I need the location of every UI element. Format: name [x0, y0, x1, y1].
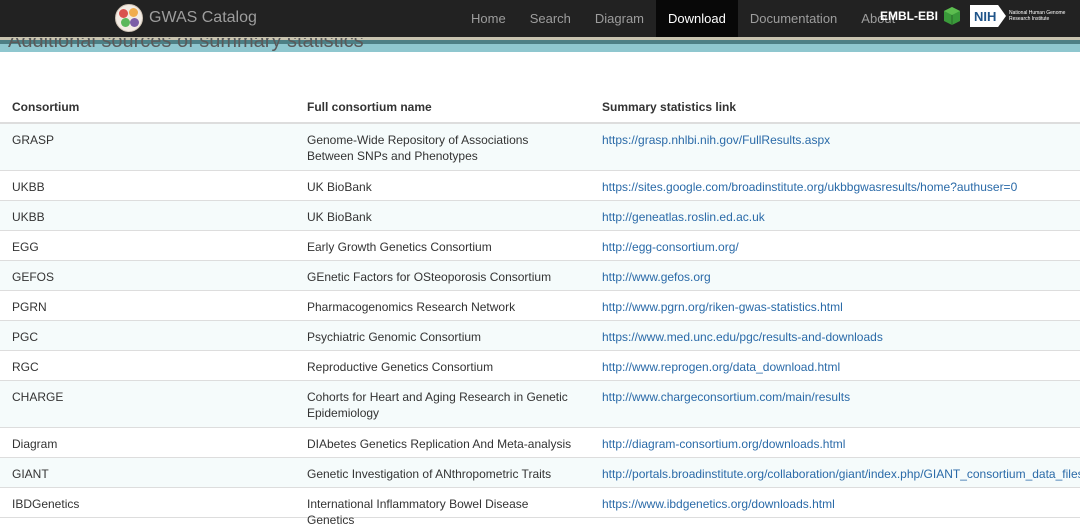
full-name-cell: Pharmacogenomics Research Network — [307, 300, 516, 314]
embl-cube-icon — [944, 7, 960, 25]
consortium-cell: GEFOS — [12, 270, 55, 284]
section-heading-text: Additional sources of summary statistics — [8, 38, 364, 52]
consortium-cell: CHARGE — [12, 390, 64, 404]
consortium-cell: EGG — [12, 240, 39, 254]
full-name-cell: DIAbetes Genetics Replication And Meta-a… — [307, 437, 572, 451]
consortium-cell: PGRN — [12, 300, 47, 314]
summary-link[interactable]: http://www.chargeconsortium.com/main/res… — [602, 389, 1080, 405]
top-navbar: GWAS Catalog Home Search Diagram Downloa… — [0, 0, 1080, 37]
full-name-cell: UK BioBank — [307, 180, 372, 194]
nih-label: NIH — [970, 5, 1006, 27]
gwas-logo-icon — [115, 4, 143, 32]
summary-link[interactable]: http://www.pgrn.org/riken-gwas-statistic… — [602, 299, 1080, 315]
nav-home[interactable]: Home — [459, 0, 518, 37]
consortium-cell: UKBB — [12, 210, 45, 224]
consortium-cell: Diagram — [12, 437, 58, 451]
full-name-cell: Reproductive Genetics Consortium — [307, 360, 494, 374]
table-row: GIANT Genetic Investigation of ANthropom… — [0, 458, 1080, 488]
main-nav: Home Search Diagram Download Documentati… — [459, 0, 907, 37]
table-row: EGG Early Growth Genetics Consortium htt… — [0, 231, 1080, 261]
nav-search[interactable]: Search — [518, 0, 583, 37]
embl-ebi-logo[interactable]: EMBL-EBI — [880, 6, 962, 26]
table-row: GEFOS GEnetic Factors for OSteoporosis C… — [0, 261, 1080, 291]
summary-link[interactable]: https://grasp.nhlbi.nih.gov/FullResults.… — [602, 132, 1080, 148]
column-header-link: Summary statistics link — [602, 100, 737, 114]
brand-title[interactable]: GWAS Catalog — [149, 9, 257, 27]
consortium-cell: RGC — [12, 360, 39, 374]
nav-diagram[interactable]: Diagram — [583, 0, 656, 37]
consortium-cell: UKBB — [12, 180, 45, 194]
nav-documentation[interactable]: Documentation — [738, 0, 849, 37]
full-name-cell: Early Growth Genetics Consortium — [307, 240, 492, 254]
summary-link[interactable]: https://sites.google.com/broadinstitute.… — [602, 179, 1080, 195]
embl-ebi-label: EMBL-EBI — [880, 9, 938, 23]
section-heading: Additional sources of summary statistics — [8, 38, 408, 52]
table-row: Diagram DIAbetes Genetics Replication An… — [0, 428, 1080, 458]
consortium-cell: IBDGenetics — [12, 497, 80, 511]
full-name-cell: Psychiatric Genomic Consortium — [307, 330, 482, 344]
summary-link[interactable]: https://www.ibdgenetics.org/downloads.ht… — [602, 496, 1080, 512]
nih-logo[interactable]: NIH National Human Genome Research Insti… — [970, 5, 1077, 27]
summary-link[interactable]: http://diagram-consortium.org/downloads.… — [602, 436, 1080, 452]
summary-link[interactable]: http://egg-consortium.org/ — [602, 239, 1080, 255]
summary-link[interactable]: https://www.med.unc.edu/pgc/results-and-… — [602, 329, 1080, 345]
table-row: GRASP Genome-Wide Repository of Associat… — [0, 124, 1080, 171]
column-header-full-name: Full consortium name — [307, 100, 432, 114]
full-name-cell: Genome-Wide Repository of Associations B… — [307, 133, 529, 163]
table-row: IBDGenetics International Inflammatory B… — [0, 488, 1080, 527]
nih-subtext: National Human Genome Research Institute — [1009, 10, 1066, 22]
table-row: PGC Psychiatric Genomic Consortium https… — [0, 321, 1080, 351]
table-row: RGC Reproductive Genetics Consortium htt… — [0, 351, 1080, 381]
summary-link[interactable]: http://www.gefos.org — [602, 269, 1080, 285]
consortium-cell: PGC — [12, 330, 39, 344]
full-name-cell: UK BioBank — [307, 210, 372, 224]
table-header: Consortium Full consortium name Summary … — [0, 90, 1080, 124]
consortium-cell: GIANT — [12, 467, 49, 481]
summary-link[interactable]: http://portals.broadinstitute.org/collab… — [602, 466, 1080, 482]
brand[interactable]: GWAS Catalog — [115, 3, 257, 33]
summary-link[interactable]: http://geneatlas.roslin.ed.ac.uk — [602, 209, 1080, 225]
column-header-consortium: Consortium — [12, 100, 80, 114]
full-name-cell: International Inflammatory Bowel Disease… — [307, 497, 529, 527]
summary-link[interactable]: http://www.reprogen.org/data_download.ht… — [602, 359, 1080, 375]
table-row: CHARGE Cohorts for Heart and Aging Resea… — [0, 381, 1080, 428]
full-name-cell: Genetic Investigation of ANthropometric … — [307, 467, 552, 481]
consortium-cell: GRASP — [12, 133, 55, 147]
table-row: PGRN Pharmacogenomics Research Network h… — [0, 291, 1080, 321]
nav-download[interactable]: Download — [656, 0, 738, 37]
table-row: UKBB UK BioBank https://sites.google.com… — [0, 171, 1080, 201]
full-name-cell: Cohorts for Heart and Aging Research in … — [307, 390, 568, 420]
table-row: UKBB UK BioBank http://geneatlas.roslin.… — [0, 201, 1080, 231]
full-name-cell: GEnetic Factors for OSteoporosis Consort… — [307, 270, 552, 284]
summary-statistics-table: Consortium Full consortium name Summary … — [0, 90, 1080, 527]
